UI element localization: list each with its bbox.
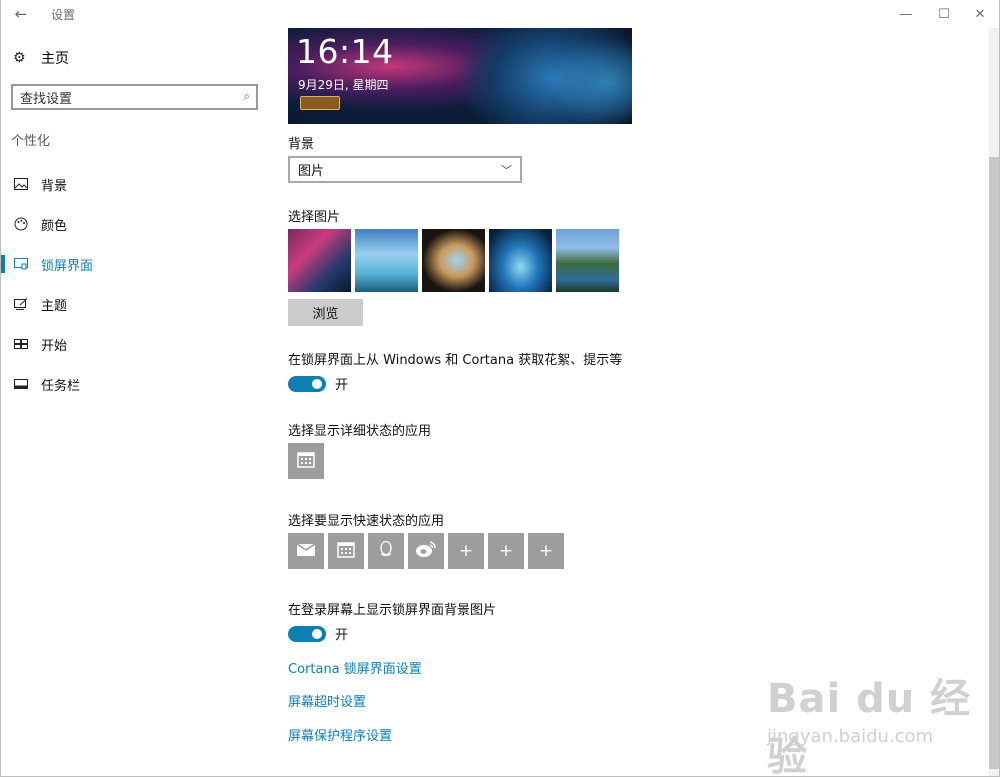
- close-button[interactable]: ✕: [963, 2, 997, 26]
- sidebar-nav: 背景 颜色 锁屏界面 主题 开始 任务栏: [1, 164, 271, 404]
- minimize-button[interactable]: —: [889, 2, 923, 26]
- add-icon: +: [538, 541, 554, 561]
- image-icon: [13, 176, 29, 192]
- watermark-brand: Bai du 经验: [767, 676, 972, 777]
- sidebar-item-label: 主题: [41, 298, 68, 314]
- signin-background-toggle-row: 开: [288, 624, 348, 643]
- sidebar: ⚙ 主页 查找设置 ⌕ 个性化 背景 颜色 锁屏界面 主题 开始 任务栏: [1, 28, 271, 776]
- sidebar-item-taskbar[interactable]: 任务栏: [1, 364, 271, 404]
- qq-icon: [378, 540, 394, 563]
- search-placeholder: 查找设置: [20, 91, 73, 107]
- mail-icon: [296, 541, 316, 562]
- sidebar-item-background[interactable]: 背景: [1, 164, 271, 204]
- chevron-down-icon: ﹀: [501, 164, 512, 177]
- sidebar-item-label: 任务栏: [41, 378, 81, 394]
- detailed-status-label: 选择显示详细状态的应用: [288, 424, 432, 439]
- theme-icon: [13, 296, 29, 312]
- game-logo-icon: [300, 96, 340, 110]
- calendar-icon: [337, 540, 355, 563]
- add-icon: +: [498, 541, 514, 561]
- picture-thumbnail[interactable]: [556, 229, 619, 292]
- sidebar-item-label: 颜色: [41, 218, 68, 234]
- signin-background-toggle[interactable]: [288, 625, 326, 642]
- preview-date: 9月29日, 星期四: [298, 78, 389, 92]
- quick-status-app-button[interactable]: [328, 533, 364, 569]
- quick-status-app-button[interactable]: [408, 533, 444, 569]
- fun-facts-label: 在锁屏界面上从 Windows 和 Cortana 获取花絮、提示等: [288, 353, 623, 368]
- background-dropdown[interactable]: 图片 ﹀: [288, 156, 522, 183]
- back-button[interactable]: ←: [7, 2, 35, 26]
- close-icon: ✕: [974, 6, 986, 22]
- picture-thumbnail[interactable]: [355, 229, 418, 292]
- sidebar-item-lock-screen[interactable]: 锁屏界面: [1, 244, 271, 284]
- sidebar-item-start[interactable]: 开始: [1, 324, 271, 364]
- sidebar-home[interactable]: ⚙ 主页: [13, 48, 69, 68]
- choose-picture-label: 选择图片: [288, 210, 341, 225]
- sidebar-item-colors[interactable]: 颜色: [1, 204, 271, 244]
- sidebar-item-label: 背景: [41, 178, 68, 194]
- maximize-icon: ☐: [938, 6, 950, 22]
- sidebar-item-themes[interactable]: 主题: [1, 284, 271, 324]
- taskbar-icon: [13, 376, 29, 392]
- title-bar: ← 设置 — ☐ ✕: [1, 0, 999, 28]
- settings-window: ← 设置 — ☐ ✕ ⚙ 主页 查找设置 ⌕ 个性化 背景 颜色 锁屏界面 主题…: [0, 0, 1000, 777]
- add-quick-status-app-button[interactable]: +: [488, 533, 524, 569]
- picture-thumbnail[interactable]: [422, 229, 485, 292]
- picture-thumbnails: [288, 229, 623, 292]
- home-label: 主页: [41, 51, 69, 67]
- add-quick-status-app-button[interactable]: +: [448, 533, 484, 569]
- app-title: 设置: [51, 8, 76, 22]
- lock-screen-icon: [13, 256, 29, 272]
- preview-artwork-glow: [548, 38, 632, 124]
- detailed-status-app-button[interactable]: [288, 443, 324, 479]
- search-field[interactable]: 查找设置 ⌕: [11, 84, 258, 110]
- fun-facts-toggle-row: 开: [288, 374, 348, 393]
- signin-background-state: 开: [335, 628, 349, 643]
- search-icon[interactable]: ⌕: [243, 89, 250, 104]
- picture-thumbnail[interactable]: [489, 229, 552, 292]
- back-arrow-icon: ←: [14, 5, 28, 23]
- watermark-url: jingyan.baidu.com: [767, 726, 934, 747]
- maximize-button[interactable]: ☐: [927, 2, 961, 26]
- quick-status-app-button[interactable]: [368, 533, 404, 569]
- baidu-watermark: Bai du 经验 jingyan.baidu.com: [767, 666, 999, 777]
- calendar-icon: [297, 450, 315, 473]
- palette-icon: [13, 216, 29, 232]
- add-quick-status-app-button[interactable]: +: [528, 533, 564, 569]
- browse-button[interactable]: 浏览: [288, 299, 363, 326]
- background-label: 背景: [288, 137, 315, 152]
- preview-time: 16:14: [296, 32, 394, 71]
- quick-status-app-button[interactable]: [288, 533, 324, 569]
- add-icon: +: [458, 541, 474, 561]
- gear-icon: ⚙: [13, 50, 26, 66]
- minimize-icon: —: [899, 6, 913, 22]
- picture-thumbnail[interactable]: [288, 229, 351, 292]
- main-content: 16:14 9月29日, 星期四 背景 图片 ﹀ 选择图片 浏览 在锁屏界面上从…: [288, 28, 978, 776]
- fun-facts-toggle[interactable]: [288, 375, 326, 392]
- quick-status-label: 选择要显示快速状态的应用: [288, 514, 445, 529]
- sidebar-item-label: 开始: [41, 338, 68, 354]
- sidebar-item-label: 锁屏界面: [41, 258, 94, 274]
- background-dropdown-value: 图片: [298, 164, 325, 179]
- lock-screen-preview: 16:14 9月29日, 星期四: [288, 28, 632, 124]
- cortana-lock-screen-settings-link[interactable]: Cortana 锁屏界面设置: [288, 658, 422, 677]
- screen-saver-settings-link[interactable]: 屏幕保护程序设置: [288, 725, 392, 744]
- fun-facts-state: 开: [335, 378, 349, 393]
- weibo-icon: [415, 540, 437, 563]
- section-title: 个性化: [11, 134, 51, 149]
- screen-timeout-settings-link[interactable]: 屏幕超时设置: [288, 691, 366, 710]
- signin-background-label: 在登录屏幕上显示锁屏界面背景图片: [288, 603, 497, 618]
- start-icon: [13, 336, 29, 352]
